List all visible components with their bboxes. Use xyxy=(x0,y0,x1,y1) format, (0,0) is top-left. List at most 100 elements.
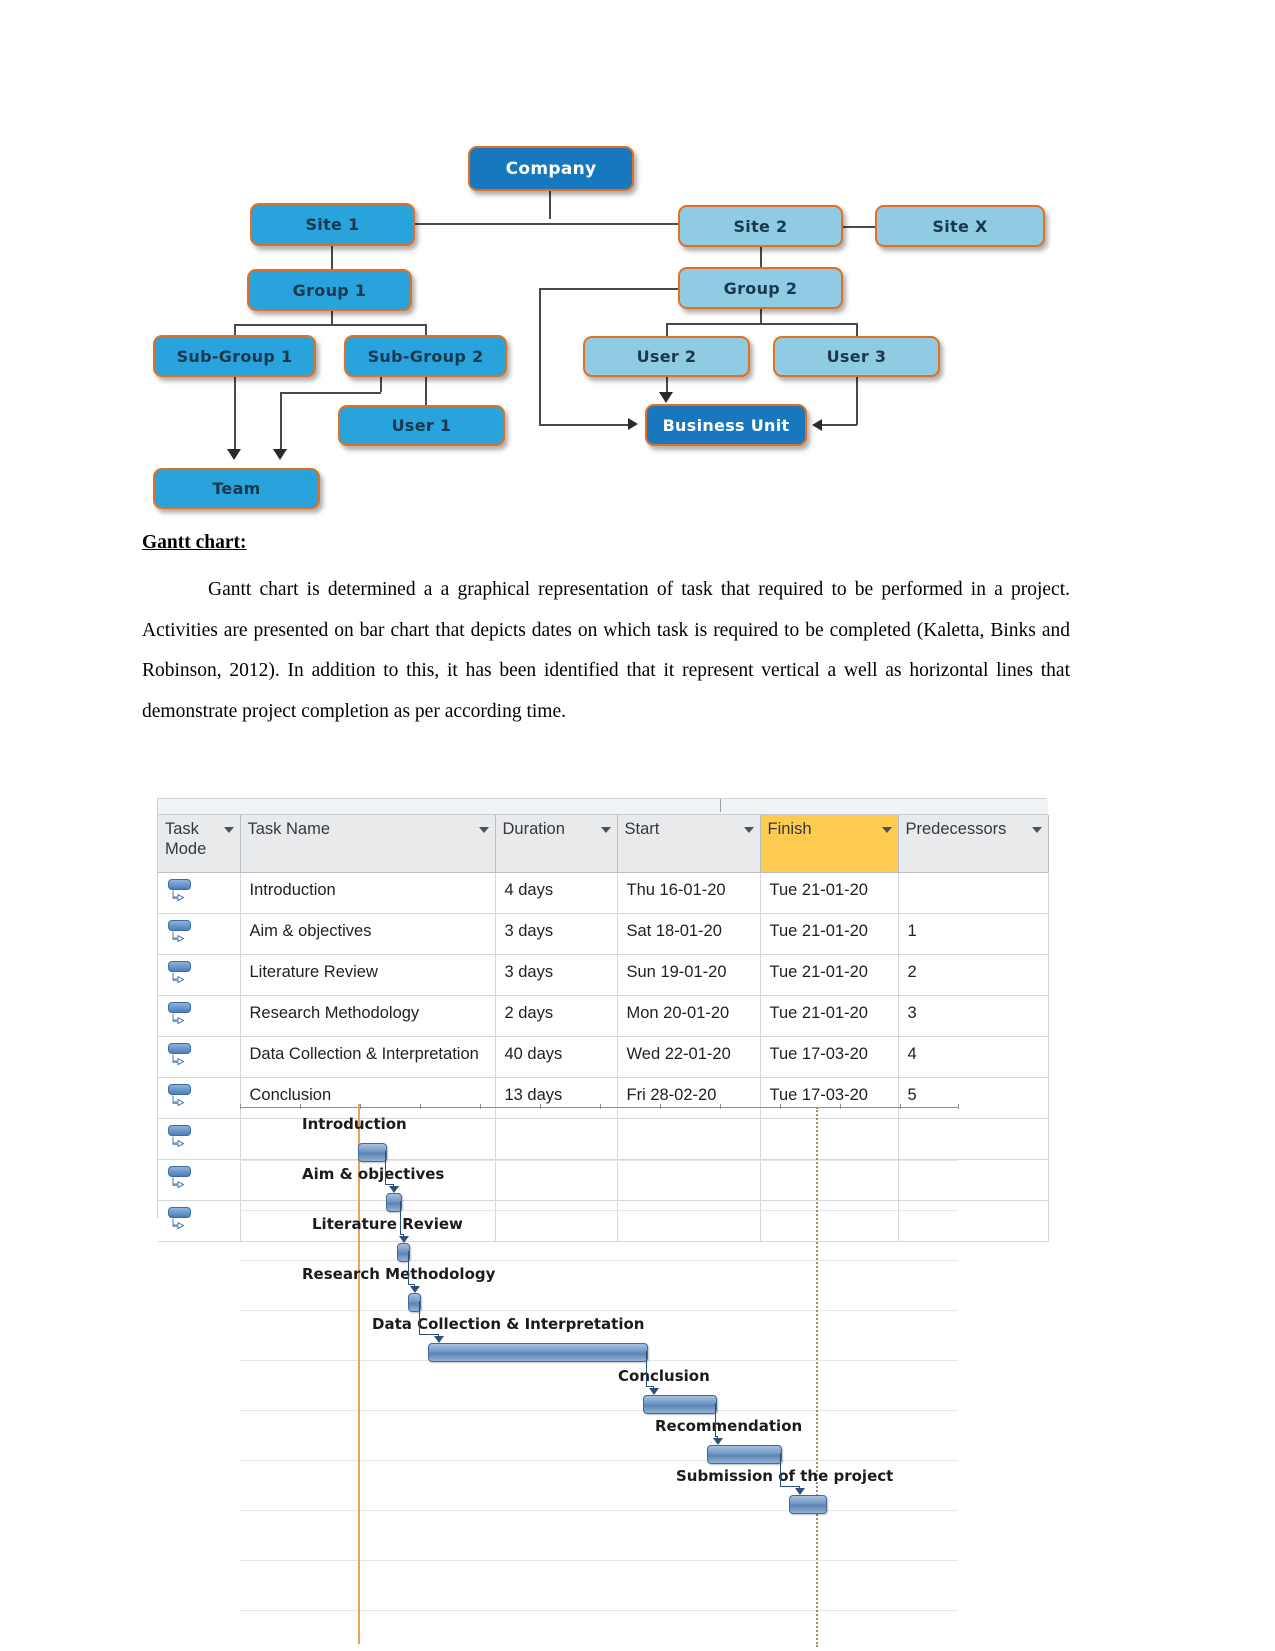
cell-duration[interactable]: 3 days xyxy=(495,954,618,996)
connector-company-down xyxy=(549,191,551,219)
cell-name[interactable]: Research Methodology xyxy=(240,995,496,1037)
cell-task-mode[interactable] xyxy=(158,1077,241,1119)
cell-task-mode[interactable] xyxy=(158,1036,241,1078)
cell-predecessors[interactable] xyxy=(898,872,1049,914)
org-chart: Company Site 1 Site 2 Site X Group 1 Group 2 S… xyxy=(0,0,1275,525)
cell-task-mode[interactable] xyxy=(158,1118,241,1160)
column-header-start[interactable]: Start xyxy=(617,815,761,873)
cell-start[interactable]: Wed 22-01-20 xyxy=(617,1036,761,1078)
chevron-down-icon[interactable] xyxy=(223,827,234,833)
column-header-finish[interactable]: Finish xyxy=(760,815,899,873)
org-node-label: Site X xyxy=(932,216,988,236)
chevron-down-icon[interactable] xyxy=(881,827,892,833)
column-header-predecessors[interactable]: Predecessors xyxy=(898,815,1049,873)
chevron-down-icon[interactable] xyxy=(478,827,489,833)
table-row[interactable]: Aim & objectives 3 days Sat 18-01-20 Tue 21… xyxy=(158,913,1049,955)
task-mode-bar-icon xyxy=(168,1207,191,1218)
timeline-tick xyxy=(540,1104,541,1109)
cell-predecessors[interactable]: 3 xyxy=(898,995,1049,1037)
connector-to-subgroup2 xyxy=(425,324,427,335)
timeline-tick xyxy=(660,1104,661,1109)
timeline-tick xyxy=(720,1104,721,1109)
org-node-user3: User 3 xyxy=(773,336,940,377)
timeline-tick xyxy=(958,1104,959,1109)
gantt-bar-label: Submission of the project xyxy=(676,1467,894,1485)
column-header-mode[interactable]: Task Mode xyxy=(158,815,241,873)
body-paragraph: Gantt chart is determined a a graphical … xyxy=(142,579,1070,722)
manually-scheduled-icon[interactable] xyxy=(167,1124,195,1154)
gantt-bar[interactable] xyxy=(358,1143,387,1162)
org-node-user1: User 1 xyxy=(338,405,505,446)
cell-name[interactable]: Aim & objectives xyxy=(240,913,496,955)
column-header-duration[interactable]: Duration xyxy=(495,815,618,873)
cell-task-mode[interactable] xyxy=(158,872,241,914)
table-row[interactable]: Literature Review 3 days Sun 19-01-20 Tue 2… xyxy=(158,954,1049,996)
cell-task-mode[interactable] xyxy=(158,913,241,955)
org-node-group1: Group 1 xyxy=(247,269,412,311)
cell-task-mode[interactable] xyxy=(158,1200,241,1242)
timeline-tick xyxy=(300,1104,301,1109)
cell-finish[interactable]: Tue 21-01-20 xyxy=(760,995,899,1037)
manually-scheduled-icon[interactable] xyxy=(167,1083,195,1113)
cell-start[interactable]: Sat 18-01-20 xyxy=(617,913,761,955)
cell-finish[interactable]: Tue 21-01-20 xyxy=(760,954,899,996)
chevron-down-icon[interactable] xyxy=(1031,827,1042,833)
manually-scheduled-icon[interactable] xyxy=(167,878,195,908)
cell-start[interactable]: Thu 16-01-20 xyxy=(617,872,761,914)
gantt-gridline xyxy=(240,1210,958,1211)
cell-duration[interactable]: 40 days xyxy=(495,1036,618,1078)
connector-user3-bu-v xyxy=(856,377,858,425)
gantt-bar-label: Data Collection & Interpretation xyxy=(372,1315,645,1333)
cell-task-mode[interactable] xyxy=(158,954,241,996)
status-date-line xyxy=(816,1107,818,1647)
connector-to-subgroup1 xyxy=(234,324,236,335)
timeline-tick xyxy=(360,1104,361,1109)
cell-duration[interactable]: 4 days xyxy=(495,872,618,914)
cell-finish[interactable]: Tue 21-01-20 xyxy=(760,913,899,955)
org-node-label: User 1 xyxy=(391,416,452,435)
cell-name[interactable]: Literature Review xyxy=(240,954,496,996)
manually-scheduled-icon[interactable] xyxy=(167,919,195,949)
splitter-handle[interactable] xyxy=(720,799,721,812)
gantt-chart-area[interactable]: Introduction Aim & objectives Literature R… xyxy=(240,1104,960,1651)
cell-name[interactable]: Data Collection & Interpretation xyxy=(240,1036,496,1078)
gantt-bar[interactable] xyxy=(789,1495,827,1514)
manually-scheduled-icon[interactable] xyxy=(167,960,195,990)
cell-finish[interactable]: Tue 17-03-20 xyxy=(760,1036,899,1078)
chevron-down-icon[interactable] xyxy=(600,827,611,833)
cell-duration[interactable]: 2 days xyxy=(495,995,618,1037)
cell-start[interactable]: Mon 20-01-20 xyxy=(617,995,761,1037)
connector-group2-split xyxy=(666,323,856,325)
gantt-bar-label: Introduction xyxy=(302,1115,407,1133)
table-row[interactable]: Research Methodology 2 days Mon 20-01-20 Tu… xyxy=(158,995,1049,1037)
cell-predecessors[interactable]: 2 xyxy=(898,954,1049,996)
manually-scheduled-icon[interactable] xyxy=(167,1001,195,1031)
manually-scheduled-icon[interactable] xyxy=(167,1165,195,1195)
pane-splitter-bar[interactable] xyxy=(158,799,1048,815)
timeline-tick xyxy=(480,1104,481,1109)
gantt-bar[interactable] xyxy=(707,1445,782,1464)
cell-start[interactable]: Sun 19-01-20 xyxy=(617,954,761,996)
cell-task-mode[interactable] xyxy=(158,1159,241,1201)
gantt-bar[interactable] xyxy=(643,1395,717,1414)
manually-scheduled-icon[interactable] xyxy=(167,1042,195,1072)
task-mode-arrow-icon xyxy=(172,1177,185,1188)
column-header-name[interactable]: Task Name xyxy=(240,815,496,873)
column-header-label: Duration xyxy=(502,820,565,838)
org-node-label: Group 1 xyxy=(292,280,367,300)
cell-predecessors[interactable]: 4 xyxy=(898,1036,1049,1078)
manually-scheduled-icon[interactable] xyxy=(167,1206,195,1236)
cell-predecessors[interactable]: 1 xyxy=(898,913,1049,955)
task-mode-bar-icon xyxy=(168,879,191,890)
gantt-link-vertical xyxy=(780,1453,782,1486)
chevron-down-icon[interactable] xyxy=(743,827,754,833)
cell-finish[interactable]: Tue 21-01-20 xyxy=(760,872,899,914)
cell-duration[interactable]: 3 days xyxy=(495,913,618,955)
cell-task-mode[interactable] xyxy=(158,995,241,1037)
table-row[interactable]: Introduction 4 days Thu 16-01-20 Tue 21-01-… xyxy=(158,872,1049,914)
task-mode-bar-icon xyxy=(168,961,191,972)
cell-name[interactable]: Introduction xyxy=(240,872,496,914)
table-row[interactable]: Data Collection & Interpretation 40 days W… xyxy=(158,1036,1049,1078)
table-header-row[interactable]: Task Mode Task Name Duration Start Finish Pre… xyxy=(158,815,1049,873)
gantt-bar[interactable] xyxy=(428,1343,648,1362)
